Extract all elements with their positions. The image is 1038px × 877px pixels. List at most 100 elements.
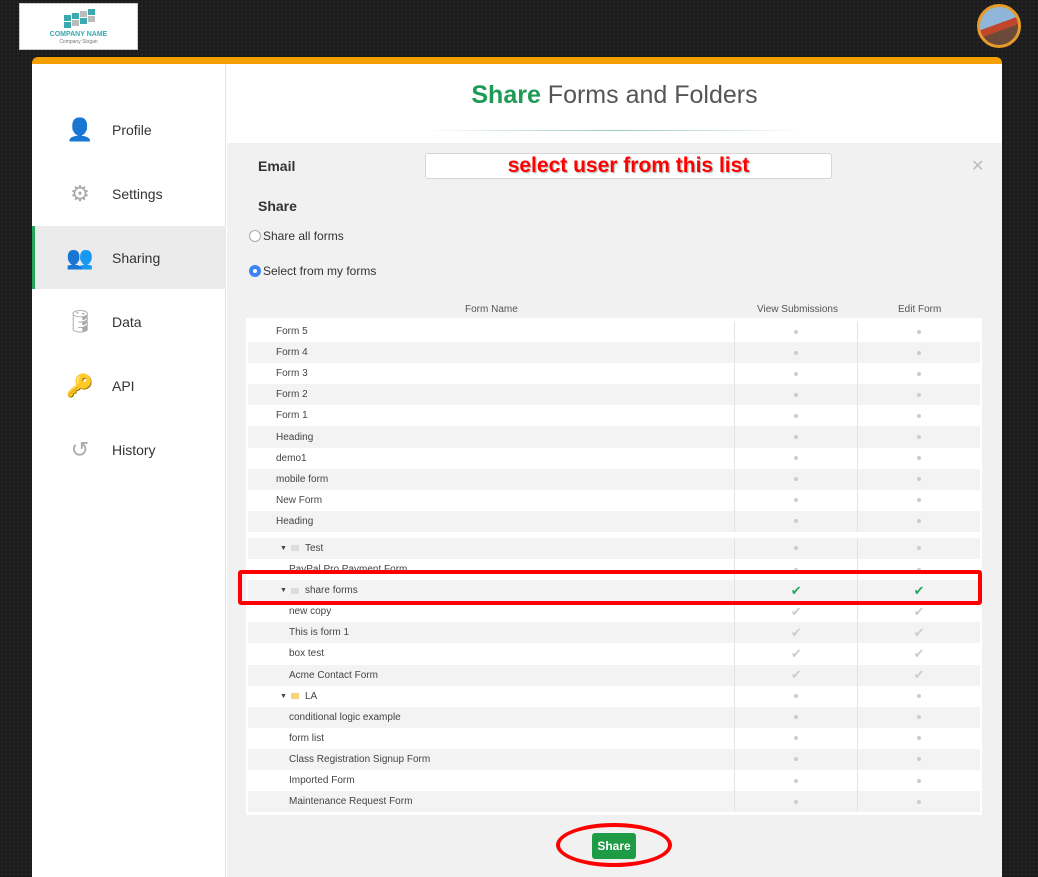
- edit-form-cell[interactable]: [857, 748, 980, 770]
- table-row[interactable]: demo1: [248, 447, 980, 469]
- unchecked-dot[interactable]: [794, 546, 799, 551]
- edit-form-cell[interactable]: [857, 727, 980, 749]
- sidebar-item-api[interactable]: 🔑 API: [32, 354, 226, 417]
- sidebar-item-data[interactable]: 🛢 Data: [32, 290, 226, 353]
- unchecked-dot[interactable]: [794, 736, 799, 741]
- checkmark-icon[interactable]: ✔: [914, 646, 925, 662]
- unchecked-dot[interactable]: [794, 371, 799, 376]
- edit-form-cell[interactable]: [857, 426, 980, 448]
- view-submissions-cell[interactable]: [734, 405, 857, 427]
- edit-form-cell[interactable]: [857, 405, 980, 427]
- edit-form-cell[interactable]: [857, 363, 980, 385]
- view-submissions-cell[interactable]: [734, 685, 857, 707]
- view-submissions-cell[interactable]: [734, 384, 857, 406]
- unchecked-dot[interactable]: [917, 519, 922, 524]
- unchecked-dot[interactable]: [917, 350, 922, 355]
- unchecked-dot[interactable]: [917, 413, 922, 418]
- table-row[interactable]: Heading: [248, 426, 980, 448]
- unchecked-dot[interactable]: [794, 757, 799, 762]
- table-row[interactable]: Form 1: [248, 405, 980, 427]
- table-row[interactable]: Form 4: [248, 342, 980, 364]
- view-submissions-cell[interactable]: [734, 769, 857, 792]
- unchecked-dot[interactable]: [794, 456, 799, 461]
- edit-form-cell[interactable]: [857, 791, 980, 813]
- view-submissions-cell[interactable]: ✔: [734, 643, 857, 665]
- edit-form-cell[interactable]: ✔: [857, 664, 980, 686]
- view-submissions-cell[interactable]: [734, 537, 857, 560]
- unchecked-dot[interactable]: [794, 799, 799, 804]
- expand-caret-icon[interactable]: ▼: [280, 545, 287, 552]
- table-row[interactable]: Form 5: [248, 321, 980, 343]
- table-row[interactable]: Heading: [248, 510, 980, 532]
- unchecked-dot[interactable]: [794, 778, 799, 783]
- unchecked-dot[interactable]: [794, 413, 799, 418]
- unchecked-dot[interactable]: [794, 498, 799, 503]
- table-row[interactable]: This is form 1 ✔ ✔: [248, 622, 980, 644]
- edit-form-cell[interactable]: [857, 447, 980, 469]
- user-avatar[interactable]: [977, 4, 1021, 48]
- view-submissions-cell[interactable]: ✔: [734, 622, 857, 644]
- edit-form-cell[interactable]: [857, 342, 980, 364]
- unchecked-dot[interactable]: [917, 456, 922, 461]
- edit-form-cell[interactable]: ✔: [857, 643, 980, 665]
- checkmark-icon[interactable]: ✔: [791, 604, 802, 620]
- unchecked-dot[interactable]: [917, 329, 922, 334]
- view-submissions-cell[interactable]: [734, 363, 857, 385]
- edit-form-cell[interactable]: [857, 706, 980, 728]
- unchecked-dot[interactable]: [917, 371, 922, 376]
- view-submissions-cell[interactable]: [734, 321, 857, 343]
- unchecked-dot[interactable]: [917, 435, 922, 440]
- edit-form-cell[interactable]: [857, 321, 980, 343]
- unchecked-dot[interactable]: [794, 435, 799, 440]
- view-submissions-cell[interactable]: [734, 791, 857, 813]
- table-row[interactable]: Acme Contact Form ✔ ✔: [248, 664, 980, 686]
- edit-form-cell[interactable]: [857, 489, 980, 511]
- radio-share-all[interactable]: Share all forms: [249, 229, 344, 243]
- table-row[interactable]: box test ✔ ✔: [248, 643, 980, 665]
- sidebar-item-profile[interactable]: 👤 Profile: [32, 98, 226, 161]
- sidebar-item-sharing[interactable]: 👥 Sharing: [32, 226, 226, 289]
- view-submissions-cell[interactable]: ✔: [734, 664, 857, 686]
- table-row[interactable]: Maintenance Request Form: [248, 791, 980, 813]
- radio-icon[interactable]: [249, 230, 261, 242]
- unchecked-dot[interactable]: [917, 694, 922, 699]
- folder-row[interactable]: ▼ LA: [248, 685, 980, 707]
- view-submissions-cell[interactable]: [734, 510, 857, 532]
- unchecked-dot[interactable]: [917, 736, 922, 741]
- checkmark-icon[interactable]: ✔: [791, 667, 802, 683]
- unchecked-dot[interactable]: [794, 477, 799, 482]
- unchecked-dot[interactable]: [917, 778, 922, 783]
- unchecked-dot[interactable]: [917, 546, 922, 551]
- unchecked-dot[interactable]: [917, 392, 922, 397]
- edit-form-cell[interactable]: [857, 468, 980, 490]
- expand-caret-icon[interactable]: ▼: [280, 693, 287, 700]
- checkmark-icon[interactable]: ✔: [914, 667, 925, 683]
- unchecked-dot[interactable]: [917, 498, 922, 503]
- view-submissions-cell[interactable]: [734, 727, 857, 749]
- table-row[interactable]: Form 2: [248, 384, 980, 406]
- table-row[interactable]: form list: [248, 727, 980, 749]
- unchecked-dot[interactable]: [917, 799, 922, 804]
- sidebar-item-history[interactable]: ↺ History: [32, 418, 226, 481]
- table-row[interactable]: mobile form: [248, 468, 980, 490]
- sidebar-item-settings[interactable]: ⚙ Settings: [32, 162, 226, 225]
- table-row[interactable]: Form 3: [248, 363, 980, 385]
- view-submissions-cell[interactable]: [734, 342, 857, 364]
- view-submissions-cell[interactable]: [734, 489, 857, 511]
- unchecked-dot[interactable]: [917, 757, 922, 762]
- edit-form-cell[interactable]: [857, 384, 980, 406]
- radio-select-forms[interactable]: Select from my forms: [249, 264, 376, 278]
- view-submissions-cell[interactable]: [734, 447, 857, 469]
- view-submissions-cell[interactable]: [734, 706, 857, 728]
- edit-form-cell[interactable]: [857, 769, 980, 792]
- view-submissions-cell[interactable]: [734, 468, 857, 490]
- edit-form-cell[interactable]: ✔: [857, 622, 980, 644]
- radio-icon-selected[interactable]: [249, 265, 261, 277]
- view-submissions-cell[interactable]: [734, 748, 857, 770]
- edit-form-cell[interactable]: [857, 510, 980, 532]
- table-row[interactable]: Imported Form: [248, 769, 980, 792]
- email-field[interactable]: select user from this list: [425, 153, 832, 179]
- unchecked-dot[interactable]: [917, 715, 922, 720]
- checkmark-icon[interactable]: ✔: [791, 625, 802, 641]
- edit-form-cell[interactable]: [857, 537, 980, 560]
